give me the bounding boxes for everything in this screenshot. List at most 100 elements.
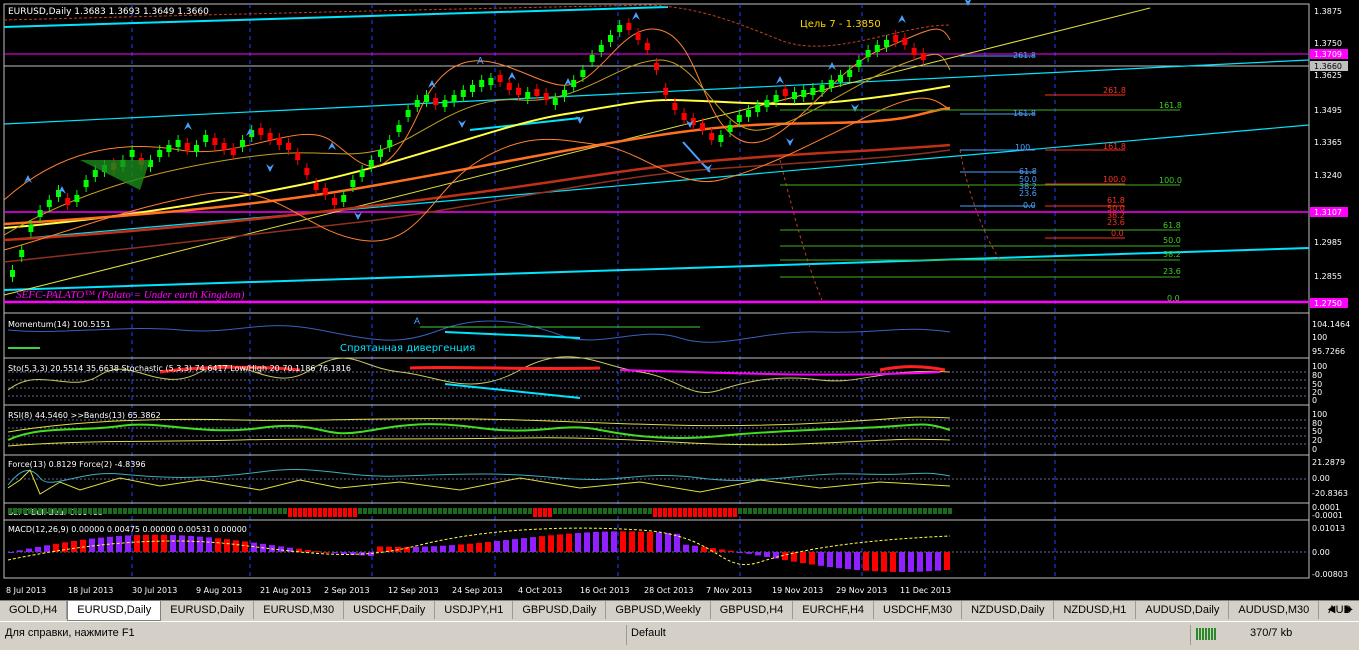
date-tick-label: 21 Aug 2013 [260, 586, 311, 595]
macd-tick: 0.01013 [1312, 524, 1345, 533]
status-help-text: Для справки, нажмите F1 [5, 627, 135, 639]
fib-red-label: 0.0 [1111, 229, 1124, 238]
date-tick-label: 2 Sep 2013 [324, 586, 370, 595]
price-tick-label: 1.3625 [1314, 71, 1342, 80]
date-tick-label: 9 Aug 2013 [196, 586, 242, 595]
momentum-pane: Спрятанная дивергенция A Momentum(14) 10… [7, 316, 1350, 356]
price-tick-label: 1.3365 [1314, 138, 1342, 147]
macd-label: MACD(12,26,9) 0.00000 0.00475 0.00000 0.… [8, 525, 247, 534]
momentum-tick: 95.7266 [1312, 347, 1345, 356]
macd-pane: MACD(12,26,9) 0.00000 0.00475 0.00000 0.… [7, 524, 1348, 579]
date-tick-label: 8 Jul 2013 [6, 586, 46, 595]
chart-tab[interactable]: USDCHF,Daily [344, 601, 436, 619]
fib-green-label: 50.0 [1163, 236, 1181, 245]
fib-red-label: 100.0 [1103, 175, 1126, 184]
momentum-tick: 100 [1312, 333, 1327, 342]
price-tick-label: 1.3240 [1314, 171, 1342, 180]
stochastic-pane: Sto(5,3,3) 20.5514 35.6638 Stochastic (5… [7, 356, 1327, 405]
fib-red-label: 161.8 [1103, 142, 1126, 151]
date-axis: 8 Jul 2013 18 Jul 2013 30 Jul 2013 9 Aug 20… [6, 586, 951, 595]
bullbear-tick: -0.0001 [1312, 511, 1343, 520]
watermark-text: SEFC-PALATO™ (Palato = Under earth Kingd… [16, 289, 245, 301]
chart-tab[interactable]: EURUSD,Daily [161, 601, 255, 619]
price-box-label: 1.3107 [1314, 208, 1342, 217]
date-tick-label: 4 Oct 2013 [518, 586, 562, 595]
force-label: Force(13) 0.8129 Force(2) -4.8396 [8, 460, 146, 469]
chart-tab[interactable]: GOLD,H4 [0, 601, 68, 619]
rsi-tick: 50 [1312, 427, 1322, 436]
date-tick-label: 30 Jul 2013 [132, 586, 177, 595]
chart-tab[interactable]: USDJPY,H1 [435, 601, 514, 619]
tab-scroll-left-icon[interactable]: ◀ [1328, 604, 1336, 615]
fib-blue-label: 0.0 [1023, 201, 1036, 210]
tab-scroll-right-icon[interactable]: ▶ [1345, 604, 1353, 615]
chart-tab[interactable]: USDCHF,M30 [874, 601, 963, 619]
fib-green-label: 161.8 [1159, 101, 1182, 110]
fib-green-label: 100.0 [1159, 176, 1182, 185]
price-chart[interactable]: 261.8 161.8 100 61.8 50.0 38.2 23.6 0.0 … [0, 0, 1359, 600]
force-pane: Force(13) 0.8129 Force(2) -4.8396 21.287… [7, 458, 1348, 498]
macd-tick: -0.00803 [1312, 570, 1348, 579]
chart-tab[interactable]: EURUSD,M30 [254, 601, 345, 619]
pattern-label-a: A [477, 56, 484, 67]
chart-tab[interactable]: GBPUSD,Weekly [606, 601, 711, 619]
fib-green-label: 23.6 [1163, 267, 1181, 276]
chart-tab[interactable]: EURCHF,H4 [793, 601, 875, 619]
momentum-marker-a: A [414, 316, 420, 326]
fib-blue-label: 161.8 [1013, 109, 1036, 118]
fib-red-label: 261.8 [1103, 86, 1126, 95]
bullbear-pane: SEFC-Bull-Bear 0.00468 0.0001 -0.0001 [8, 503, 1343, 520]
price-tick-label: 1.3875 [1314, 7, 1342, 16]
price-tick-label: 1.3495 [1314, 106, 1342, 115]
vertical-grid [131, 4, 1056, 578]
chart-tab[interactable]: GBPUSD,H4 [711, 601, 794, 619]
date-tick-label: 11 Dec 2013 [900, 586, 951, 595]
date-tick-label: 19 Nov 2013 [772, 586, 823, 595]
price-box-label: 1.3709 [1314, 50, 1342, 59]
rsi-label: RSI(8) 44.5460 >>Bands(13) 65.3862 [8, 411, 161, 420]
price-tick-label: 1.2855 [1314, 272, 1342, 281]
candlestick-series [10, 18, 926, 282]
target-label: Цель 7 - 1.3850 [800, 19, 881, 30]
chart-tab[interactable]: EURUSD,Daily [67, 601, 162, 621]
date-tick-label: 28 Oct 2013 [644, 586, 693, 595]
chart-tab[interactable]: AUDUSD,Daily [1136, 601, 1230, 619]
fib-green-label: 61.8 [1163, 221, 1181, 230]
rsi-tick: 0 [1312, 445, 1317, 454]
macd-tick: 0.00 [1312, 548, 1330, 557]
fib-blue-label: 23.6 [1019, 189, 1037, 198]
status-traffic: 370/7 kb [1250, 627, 1293, 639]
force-tick: 0.00 [1312, 474, 1330, 483]
force-tick: 21.2879 [1312, 458, 1345, 467]
fib-blue-label: 100 [1015, 143, 1030, 152]
date-tick-label: 18 Jul 2013 [68, 586, 113, 595]
date-tick-label: 29 Nov 2013 [836, 586, 887, 595]
tab-scroll-controls: ◀ ▶ [1328, 604, 1353, 615]
force-tick: -20.8363 [1312, 489, 1348, 498]
price-axis: 1.3875 1.3750 1.3625 1.3495 1.3365 1.3240 1.29… [1314, 7, 1342, 281]
fib-red-label: 23.6 [1107, 218, 1125, 227]
moving-averages [3, 4, 1001, 301]
chart-tab[interactable]: AUDUSD,M30 [1229, 601, 1320, 619]
momentum-label: Momentum(14) 100.5151 [8, 320, 111, 329]
stochastic-tick: 100 [1312, 362, 1327, 371]
price-tick-label: 1.2985 [1314, 238, 1342, 247]
trend-channels [3, 6, 1310, 296]
date-tick-label: 7 Nov 2013 [706, 586, 752, 595]
date-tick-label: 16 Oct 2013 [580, 586, 629, 595]
chart-tab-bar: GOLD,H4 EURUSD,Daily EURUSD,Daily EURUSD,M3… [0, 600, 1359, 621]
price-box-label: 1.2750 [1314, 299, 1342, 308]
stochastic-tick: 0 [1312, 396, 1317, 405]
chart-tab[interactable]: NZDUSD,H1 [1054, 601, 1137, 619]
chart-tab[interactable]: NZDUSD,Daily [962, 601, 1055, 619]
rsi-tick: 20 [1312, 436, 1322, 445]
rsi-tick: 100 [1312, 410, 1327, 419]
fib-green-label: 38.2 [1163, 250, 1181, 259]
price-box-label: 1.3660 [1314, 62, 1342, 71]
connection-icon [1196, 626, 1218, 643]
pane-separators [4, 312, 1309, 521]
hidden-divergence-label: Спрятанная дивергенция [340, 343, 475, 354]
chart-tab[interactable]: GBPUSD,Daily [513, 601, 607, 619]
symbol-header: EURUSD,Daily 1.3683 1.3693 1.3649 1.3660 [8, 7, 209, 17]
momentum-tick: 104.1464 [1312, 320, 1350, 329]
